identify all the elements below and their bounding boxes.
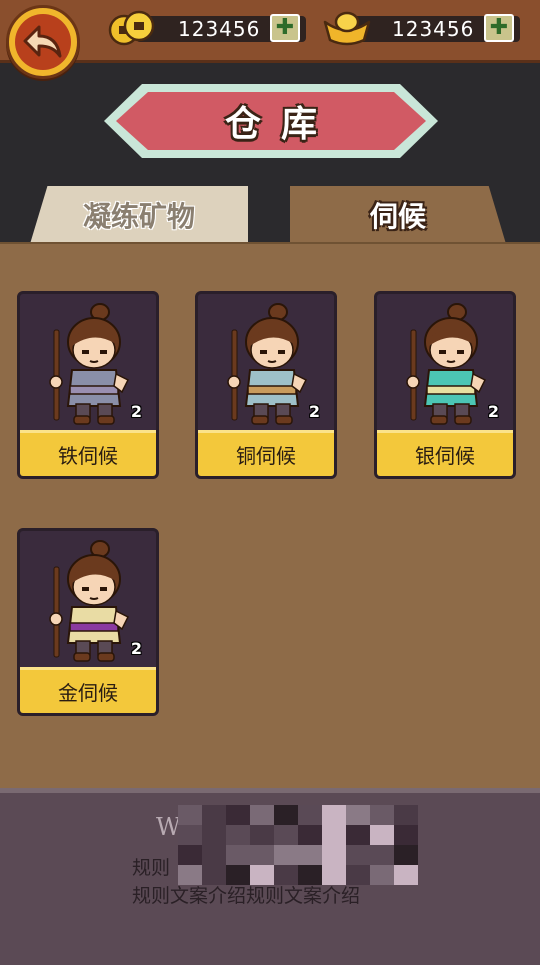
item-name: 铁伺候	[20, 430, 156, 476]
servant-card[interactable]: 2 铁伺候	[17, 291, 159, 479]
tab-label: 伺候	[369, 200, 426, 233]
add-coins-button[interactable]: ✚	[270, 14, 300, 42]
plus-icon: ✚	[275, 15, 295, 40]
back-arrow-icon	[15, 14, 71, 70]
servant-card[interactable]: 2 银伺候	[374, 291, 516, 479]
tab-servants[interactable]: 伺候	[290, 186, 506, 244]
add-ingots-button[interactable]: ✚	[484, 14, 514, 42]
item-name: 银伺候	[377, 430, 513, 476]
pixelated-redaction	[178, 805, 418, 887]
ingot-counter: 123456 ✚	[322, 11, 520, 46]
title-banner: 仓库	[102, 82, 440, 160]
page-title: 仓库	[224, 104, 337, 145]
coin-value: 123456	[178, 17, 261, 41]
tab-label: 凝练矿物	[82, 200, 195, 233]
rules-line-1: 规则	[132, 857, 171, 879]
tab-refined-minerals[interactable]: 凝练矿物	[30, 186, 248, 244]
item-count: 2	[308, 402, 320, 421]
coin-counter: 123456 ✚	[108, 10, 306, 46]
item-name: 铜伺候	[198, 430, 334, 476]
rules-title: W	[156, 813, 181, 841]
item-name: 金伺候	[20, 667, 156, 713]
back-button[interactable]	[6, 5, 80, 79]
coin-icon	[108, 8, 155, 48]
item-count: 2	[130, 402, 142, 421]
rules-footer: W 规则 规则文案介绍规则文案介绍	[0, 788, 540, 965]
item-count: 2	[487, 402, 499, 421]
servant-card[interactable]: 2 金伺候	[17, 528, 159, 716]
gold-ingot-icon	[322, 8, 371, 48]
servant-card[interactable]: 2 铜伺候	[195, 291, 337, 479]
ingot-value: 123456	[392, 17, 475, 41]
plus-icon: ✚	[489, 15, 509, 40]
item-count: 2	[130, 639, 142, 658]
